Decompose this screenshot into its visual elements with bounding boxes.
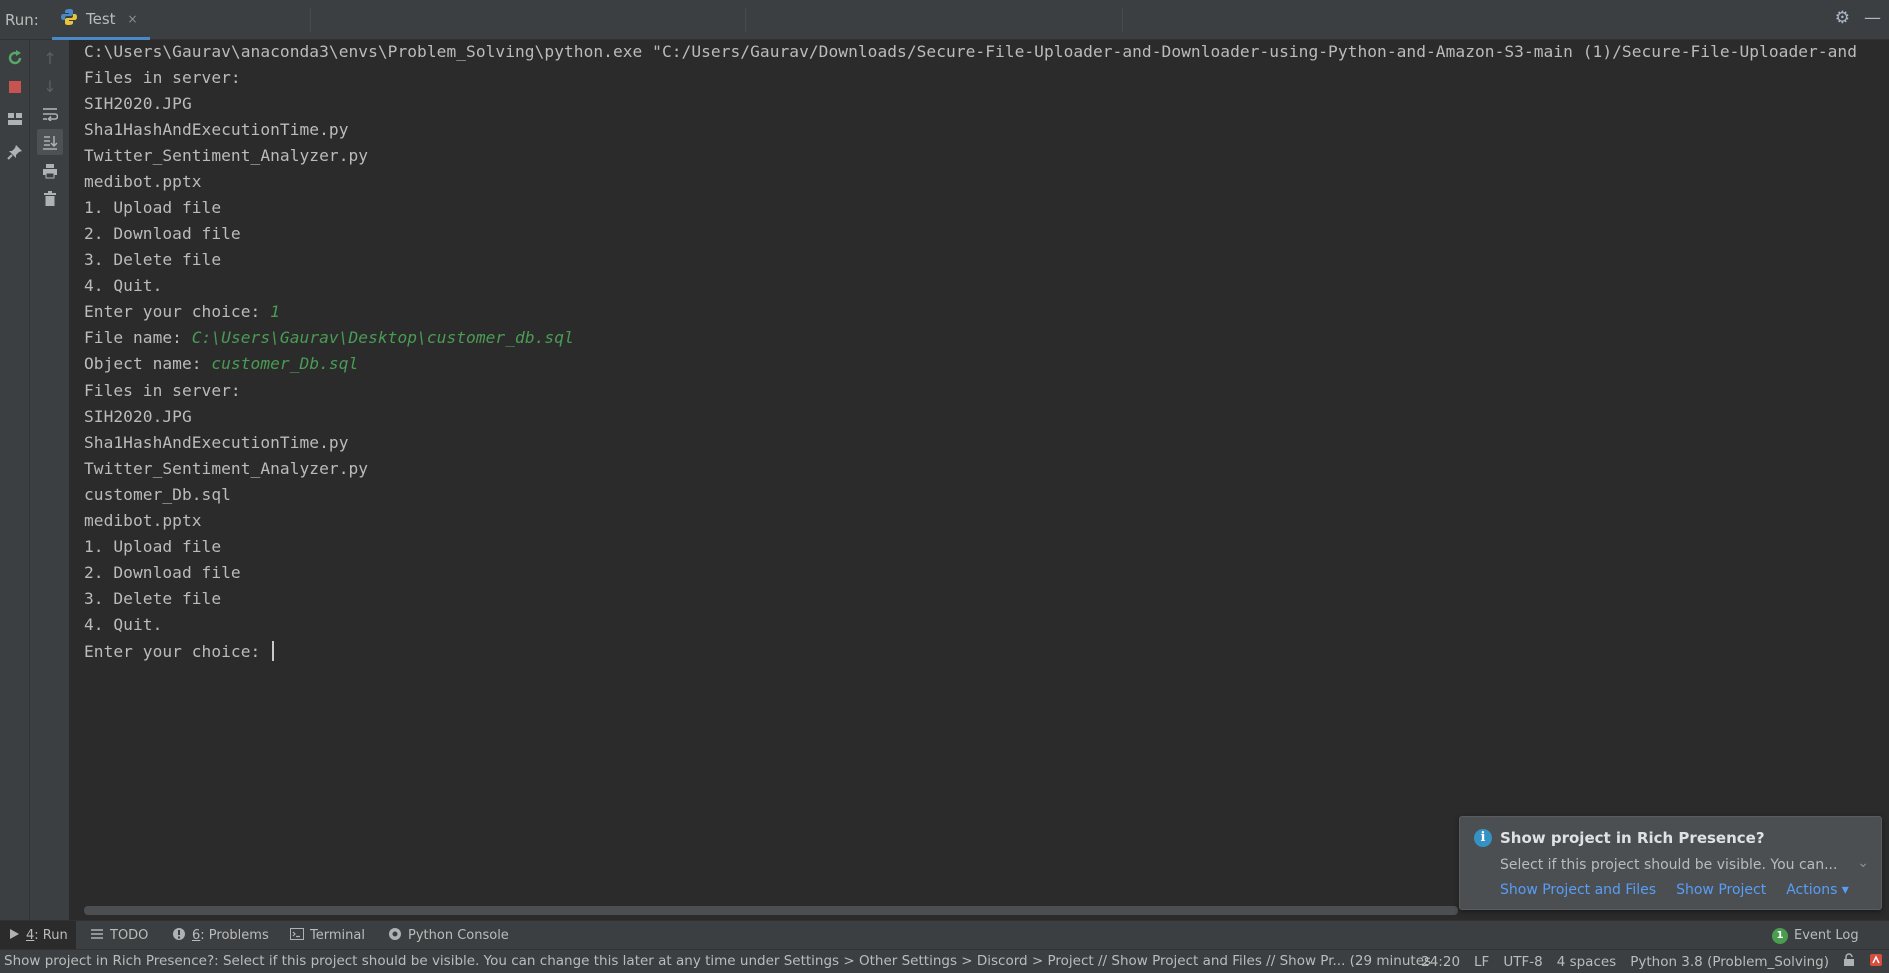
arrow-up-icon[interactable]: ↑ [37, 45, 63, 71]
arrow-down-icon[interactable]: ↓ [37, 73, 63, 99]
scroll-to-end-icon[interactable] [37, 129, 63, 155]
prompt-text: Enter your choice: [84, 302, 271, 321]
tab-test[interactable]: Test × [52, 0, 150, 40]
play-icon [8, 928, 20, 944]
divider [1122, 8, 1123, 32]
soft-wrap-icon[interactable] [37, 101, 63, 127]
console-line: Twitter_Sentiment_Analyzer.py [84, 146, 369, 165]
line-separator[interactable]: LF [1474, 954, 1489, 970]
minimize-icon[interactable]: — [1864, 8, 1881, 28]
tool-window-event-log[interactable]: 1 Event Log [1764, 921, 1867, 950]
show-project-link[interactable]: Show Project [1676, 882, 1766, 898]
console-line: Twitter_Sentiment_Analyzer.py [84, 459, 369, 478]
stop-icon[interactable] [2, 74, 28, 100]
run-header-actions: ⚙ — [1835, 8, 1881, 28]
file-encoding[interactable]: UTF-8 [1503, 954, 1542, 970]
run-label: Run: [5, 11, 39, 29]
status-widgets: 24:20 LF UTF-8 4 spaces Python 3.8 (Prob… [1421, 953, 1883, 971]
console-line: 2. Download file [84, 224, 241, 243]
console-line: 1. Upload file [84, 537, 222, 556]
print-icon[interactable] [37, 158, 63, 184]
terminal-icon [290, 927, 304, 944]
tool-window-run[interactable]: 4: Run [0, 921, 76, 950]
user-input: customer_Db.sql [211, 354, 359, 373]
user-input: C:\Users\Gaurav\Desktop\customer_db.sql [191, 328, 574, 347]
console-line: 4. Quit. [84, 276, 163, 295]
tool-window-terminal[interactable]: Terminal [282, 921, 373, 950]
console-line: medibot.pptx [84, 511, 202, 530]
console-line: 4. Quit. [84, 615, 163, 634]
tool-window-todo[interactable]: TODO [82, 921, 156, 950]
user-input: 1 [270, 302, 280, 321]
trash-icon[interactable] [37, 186, 63, 212]
notification-title: Show project in Rich Presence? [1500, 829, 1765, 847]
status-bar: Show project in Rich Presence?: Select i… [0, 949, 1889, 973]
actions-dropdown[interactable]: Actions ▾ [1786, 882, 1849, 898]
console-output[interactable]: C:\Users\Gaurav\anaconda3\envs\Problem_S… [70, 40, 1889, 912]
close-icon[interactable]: × [128, 12, 138, 26]
run-actions-toolbar [0, 40, 30, 920]
console-line: SIH2020.JPG [84, 94, 192, 113]
console-line: customer_Db.sql [84, 485, 231, 504]
tool-window-label: : Run [34, 928, 68, 943]
console-line: Object name: customer_Db.sql [84, 354, 358, 373]
tab-label: Test [86, 9, 116, 28]
notification-message: Select if this project should be visible… [1500, 857, 1838, 873]
console-line: 1. Upload file [84, 198, 222, 217]
ide-status-icon[interactable] [1869, 953, 1883, 971]
console-line: 2. Download file [84, 563, 241, 582]
tool-window-problems[interactable]: 6: Problems [164, 921, 277, 950]
console-line: File name: C:\Users\Gaurav\Desktop\custo… [84, 328, 574, 347]
python-console-icon [388, 927, 402, 945]
show-project-and-files-link[interactable]: Show Project and Files [1500, 882, 1656, 898]
console-line: Files in server: [84, 68, 241, 87]
text-caret [272, 641, 275, 661]
layout-icon[interactable] [2, 106, 28, 132]
console-line: Sha1HashAndExecutionTime.py [84, 433, 349, 452]
pin-icon[interactable] [2, 139, 28, 165]
console-line: 3. Delete file [84, 589, 222, 608]
horizontal-scrollbar[interactable] [84, 906, 1458, 915]
event-count-badge: 1 [1772, 927, 1788, 944]
tool-window-label: Python Console [408, 928, 509, 943]
tool-window-python-console[interactable]: Python Console [380, 921, 517, 950]
prompt-text: Object name: [84, 354, 212, 373]
caret-position[interactable]: 24:20 [1421, 954, 1460, 970]
console-line: SIH2020.JPG [84, 407, 192, 426]
lock-icon[interactable] [1843, 953, 1855, 971]
console-line: Enter your choice: 1 [84, 302, 280, 321]
console-line: 3. Delete file [84, 250, 222, 269]
python-icon [60, 8, 78, 30]
console-actions-toolbar: ↑ ↓ [30, 40, 70, 920]
console-line: medibot.pptx [84, 172, 202, 191]
chevron-down-icon[interactable]: ⌄ [1857, 855, 1869, 871]
tool-window-label: TODO [110, 928, 149, 943]
tool-window-label: Terminal [310, 928, 365, 943]
notification-actions: Show Project and Files Show Project Acti… [1500, 882, 1849, 898]
status-message[interactable]: Show project in Rich Presence?: Select i… [4, 953, 1431, 969]
tool-window-label: : Problems [200, 928, 269, 943]
rerun-icon[interactable] [2, 45, 28, 71]
info-icon: i [1474, 829, 1492, 847]
indent-setting[interactable]: 4 spaces [1557, 954, 1617, 970]
prompt-text: File name: [84, 328, 192, 347]
rich-presence-notification: i Show project in Rich Presence? Select … [1459, 816, 1882, 910]
tool-window-bar: 4: Run TODO 6: Problems Terminal Python … [0, 920, 1889, 950]
run-tool-window-header: Run: Test × ⚙ — [0, 0, 1889, 40]
tool-window-label: Event Log [1794, 928, 1859, 943]
prompt-text: Enter your choice: [84, 642, 271, 661]
console-line: Enter your choice: [84, 641, 275, 661]
console-line: Files in server: [84, 381, 241, 400]
divider [310, 8, 311, 32]
console-line: Sha1HashAndExecutionTime.py [84, 120, 349, 139]
list-icon [90, 928, 104, 944]
problems-icon [172, 927, 186, 945]
divider [745, 8, 746, 32]
console-line: C:\Users\Gaurav\anaconda3\envs\Problem_S… [84, 42, 1858, 61]
python-interpreter[interactable]: Python 3.8 (Problem_Solving) [1630, 954, 1829, 970]
gear-icon[interactable]: ⚙ [1835, 8, 1850, 28]
